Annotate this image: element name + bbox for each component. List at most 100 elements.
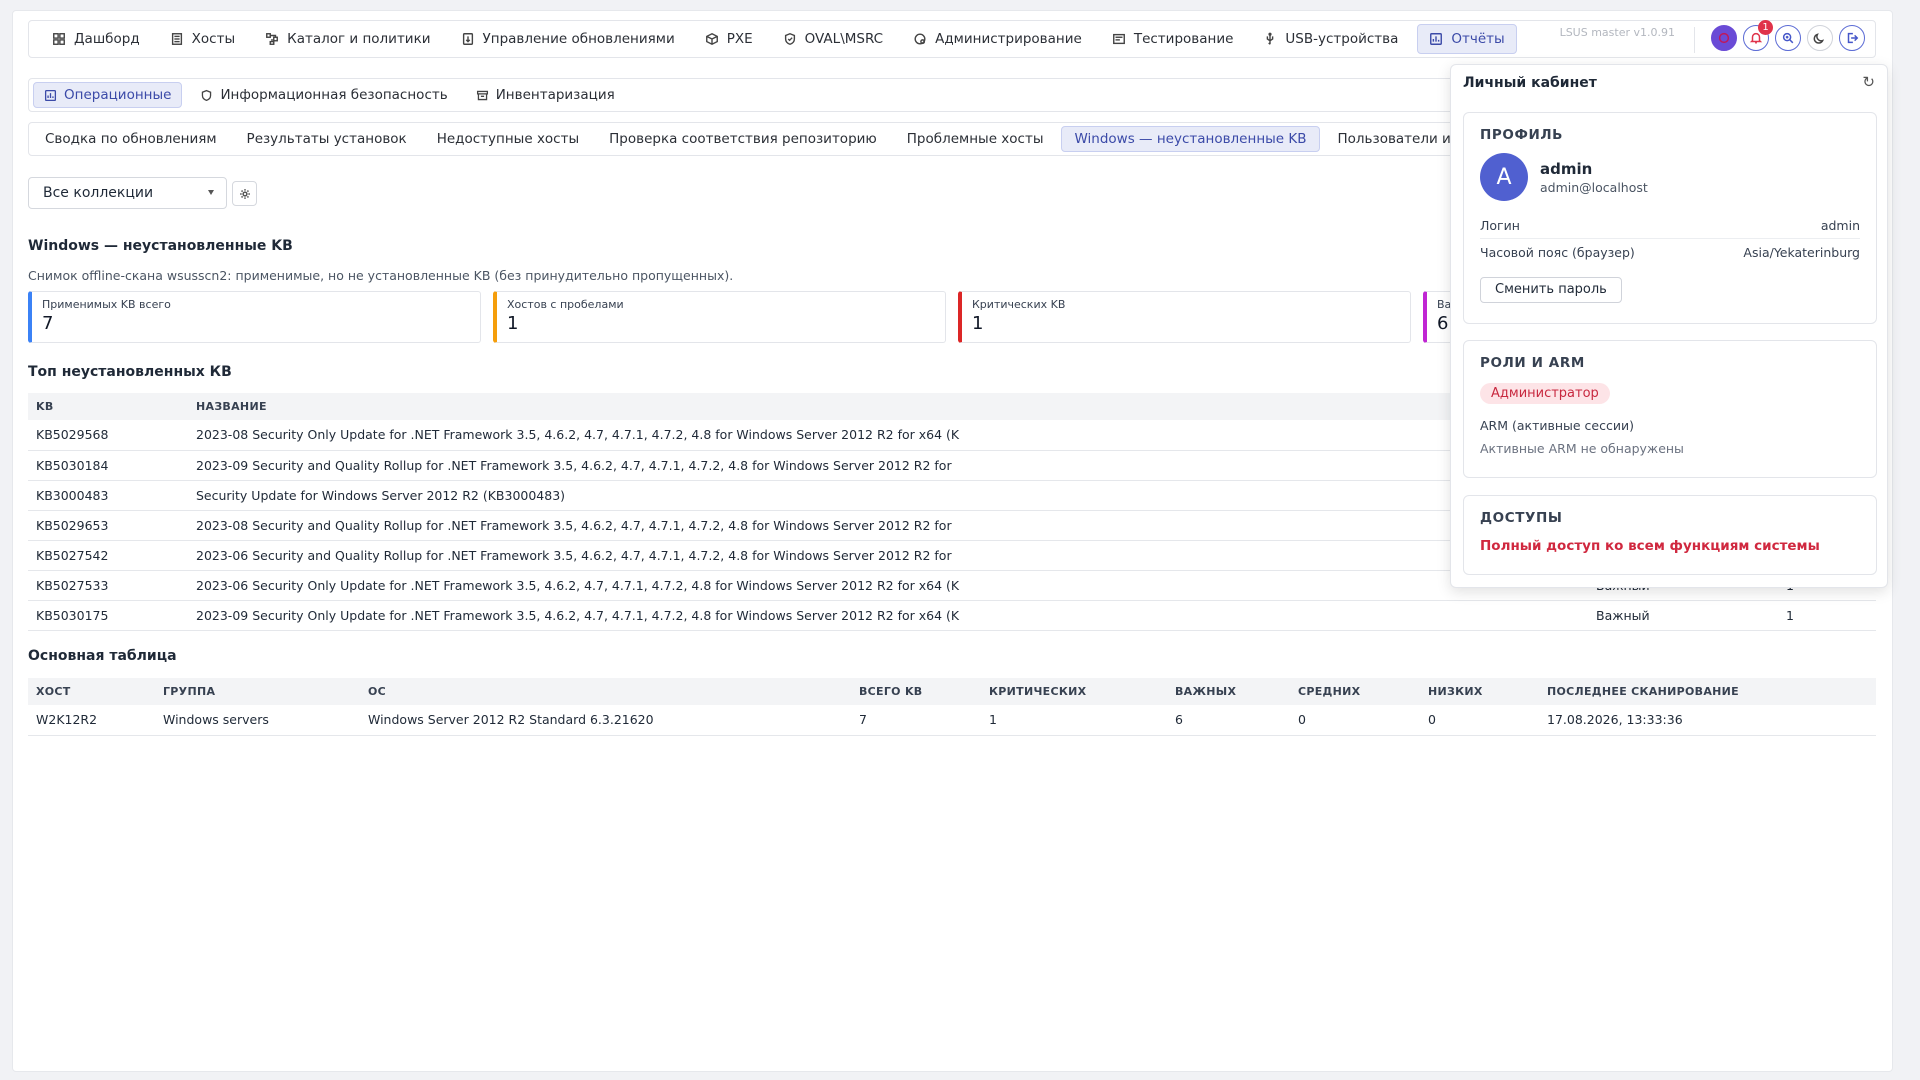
collection-select[interactable]: Все коллекции bbox=[28, 177, 227, 209]
column-header[interactable]: KB bbox=[28, 393, 188, 420]
column-header[interactable]: СРЕДНИХ bbox=[1290, 678, 1420, 705]
kb-cell: KB5030175 bbox=[28, 600, 188, 631]
top-navigation: Дашборд Хосты Каталог и политики Управле… bbox=[28, 20, 1876, 58]
kb-name-cell: 2023-06 Security Only Update for .NET Fr… bbox=[188, 570, 1588, 601]
section-title: Доступы bbox=[1480, 510, 1563, 526]
kb-cell: KB5027533 bbox=[28, 570, 188, 601]
main-table: ХОСТ ГРУППА ОС ВСЕГО KB КРИТИЧЕСКИХ ВАЖН… bbox=[28, 678, 1876, 736]
logout-icon bbox=[1847, 32, 1859, 44]
host-cell: W2K12R2 bbox=[28, 705, 155, 736]
stat-card-hosts-with-gaps: Хостов с пробелами 1 bbox=[493, 291, 946, 343]
nav-label: Каталог и политики bbox=[287, 31, 431, 47]
stat-label: Применимых KB всего bbox=[42, 298, 171, 311]
severity-cell: Важный bbox=[1588, 600, 1778, 631]
section-title: Роли и ARM bbox=[1480, 355, 1585, 371]
tab-windows-missing-kb[interactable]: Windows — неустановленные KB bbox=[1061, 126, 1320, 152]
zoom-button[interactable] bbox=[1775, 25, 1801, 51]
table-header-row: ХОСТ ГРУППА ОС ВСЕГО KB КРИТИЧЕСКИХ ВАЖН… bbox=[28, 678, 1876, 705]
report-title: Windows — неустановленные KB bbox=[28, 238, 293, 254]
column-header[interactable]: ВАЖНЫХ bbox=[1167, 678, 1290, 705]
notifications-button[interactable]: 1 bbox=[1743, 20, 1773, 51]
nav-dashboard[interactable]: Дашборд bbox=[41, 24, 151, 54]
nav-pxe[interactable]: PXE bbox=[694, 24, 764, 54]
login-value: admin bbox=[1820, 218, 1860, 233]
tab-install-results[interactable]: Результаты установок bbox=[235, 126, 419, 152]
column-header[interactable]: КРИТИЧЕСКИХ bbox=[981, 678, 1167, 705]
user-profile-button[interactable] bbox=[1711, 25, 1737, 51]
tab-updates-summary[interactable]: Сводка по обновлениям bbox=[33, 126, 229, 152]
login-label: Логин bbox=[1480, 218, 1520, 233]
column-header[interactable]: НИЗКИХ bbox=[1420, 678, 1539, 705]
kb-name-cell: 2023-08 Security and Quality Rollup for … bbox=[188, 510, 1588, 541]
profile-popup: Личный кабинет ↻ Профиль A admin admin@l… bbox=[1450, 64, 1888, 588]
test-icon bbox=[1112, 33, 1125, 45]
kb-name-cell: 2023-08 Security Only Update for .NET Fr… bbox=[188, 420, 1588, 451]
filter-settings-button[interactable] bbox=[232, 181, 257, 206]
nav-label: Администрирование bbox=[935, 31, 1082, 47]
role-badge: Администратор bbox=[1480, 383, 1610, 404]
theme-toggle-button[interactable] bbox=[1807, 25, 1833, 51]
change-password-button[interactable]: Сменить пароль bbox=[1480, 277, 1622, 303]
nav-usb-devices[interactable]: USB-устройства bbox=[1252, 24, 1409, 54]
tab-problem-hosts[interactable]: Проблемные хосты bbox=[895, 126, 1056, 152]
nav-update-management[interactable]: Управление обновлениями bbox=[450, 24, 686, 54]
table-row[interactable]: KB5030175 2023-09 Security Only Update fo… bbox=[28, 600, 1876, 631]
top-kb-title: Топ неустановленных КВ bbox=[28, 364, 232, 380]
os-cell: Windows Server 2012 R2 Standard 6.3.2162… bbox=[360, 705, 851, 736]
group-cell: Windows servers bbox=[155, 705, 360, 736]
nav-label: Дашборд bbox=[74, 31, 140, 47]
stat-card-critical-kb: Критических KB 1 bbox=[958, 291, 1411, 343]
login-row: Логин admin bbox=[1480, 213, 1860, 239]
stat-value: 1 bbox=[972, 313, 984, 334]
nav-testing[interactable]: Тестирование bbox=[1101, 24, 1245, 54]
table-row[interactable]: W2K12R2 Windows servers Windows Server 2… bbox=[28, 705, 1876, 736]
report-description: Снимок offline-скана wsusscn2: применимы… bbox=[28, 268, 734, 283]
admin-icon bbox=[914, 33, 926, 45]
column-header[interactable]: ХОСТ bbox=[28, 678, 155, 705]
nav-administration[interactable]: Администрирование bbox=[902, 24, 1093, 54]
nav-hosts[interactable]: Хосты bbox=[159, 24, 246, 54]
logout-button[interactable] bbox=[1839, 25, 1865, 51]
nav-label: PXE bbox=[726, 31, 753, 47]
nav-catalog[interactable]: Каталог и политики bbox=[254, 24, 441, 54]
kb-name-cell: 2023-06 Security and Quality Rollup for … bbox=[188, 540, 1588, 571]
column-header[interactable]: ГРУППА bbox=[155, 678, 360, 705]
medium-cell: 0 bbox=[1290, 705, 1420, 736]
zoom-icon bbox=[1782, 32, 1794, 44]
shield-icon bbox=[202, 89, 212, 101]
category-label: Информационная безопасность bbox=[220, 87, 448, 103]
collection-select-value: Все коллекции bbox=[43, 185, 154, 201]
nav-reports[interactable]: Отчёты bbox=[1417, 24, 1517, 54]
column-header[interactable]: ПОСЛЕДНЕЕ СКАНИРОВАНИЕ bbox=[1539, 678, 1876, 705]
low-cell: 0 bbox=[1420, 705, 1539, 736]
popup-title: Личный кабинет bbox=[1463, 75, 1597, 91]
profile-details: Логин admin Часовой пояс (браузер) Asia/… bbox=[1480, 213, 1860, 265]
avatar: A bbox=[1480, 153, 1528, 201]
nav-oval-msrc[interactable]: OVAL\MSRC bbox=[772, 24, 894, 54]
category-infosec[interactable]: Информационная безопасность bbox=[190, 82, 457, 108]
timezone-row: Часовой пояс (браузер) Asia/Yekaterinbur… bbox=[1480, 239, 1860, 265]
column-header[interactable]: ВСЕГО KB bbox=[851, 678, 981, 705]
access-value: Полный доступ ко всем функциям системы bbox=[1480, 538, 1820, 554]
nav-label: OVAL\MSRC bbox=[804, 31, 884, 47]
column-header[interactable]: ОС bbox=[360, 678, 851, 705]
refresh-icon[interactable]: ↻ bbox=[1862, 73, 1875, 91]
app-version: LSUS master v1.0.91 bbox=[1559, 26, 1675, 39]
stat-value: 1 bbox=[507, 313, 519, 334]
archive-icon bbox=[476, 90, 488, 100]
kb-cell: KB5030184 bbox=[28, 450, 188, 481]
tab-repo-compliance[interactable]: Проверка соответствия репозиторию bbox=[597, 126, 889, 152]
kb-cell: KB5029653 bbox=[28, 510, 188, 541]
arm-value: Активные ARM не обнаружены bbox=[1480, 441, 1684, 456]
usb-icon bbox=[1267, 32, 1274, 45]
dashboard-icon bbox=[53, 33, 65, 45]
category-inventory[interactable]: Инвентаризация bbox=[466, 82, 625, 108]
server-icon bbox=[171, 33, 182, 45]
column-header[interactable]: НАЗВАНИЕ bbox=[188, 393, 1588, 420]
tab-unreachable-hosts[interactable]: Недоступные хосты bbox=[425, 126, 591, 152]
category-operational[interactable]: Операционные bbox=[33, 82, 183, 108]
cube-icon bbox=[705, 32, 718, 46]
stat-label: Критических KB bbox=[972, 298, 1066, 311]
nav-label: Хосты bbox=[191, 31, 236, 47]
shield-check-icon bbox=[784, 32, 795, 45]
